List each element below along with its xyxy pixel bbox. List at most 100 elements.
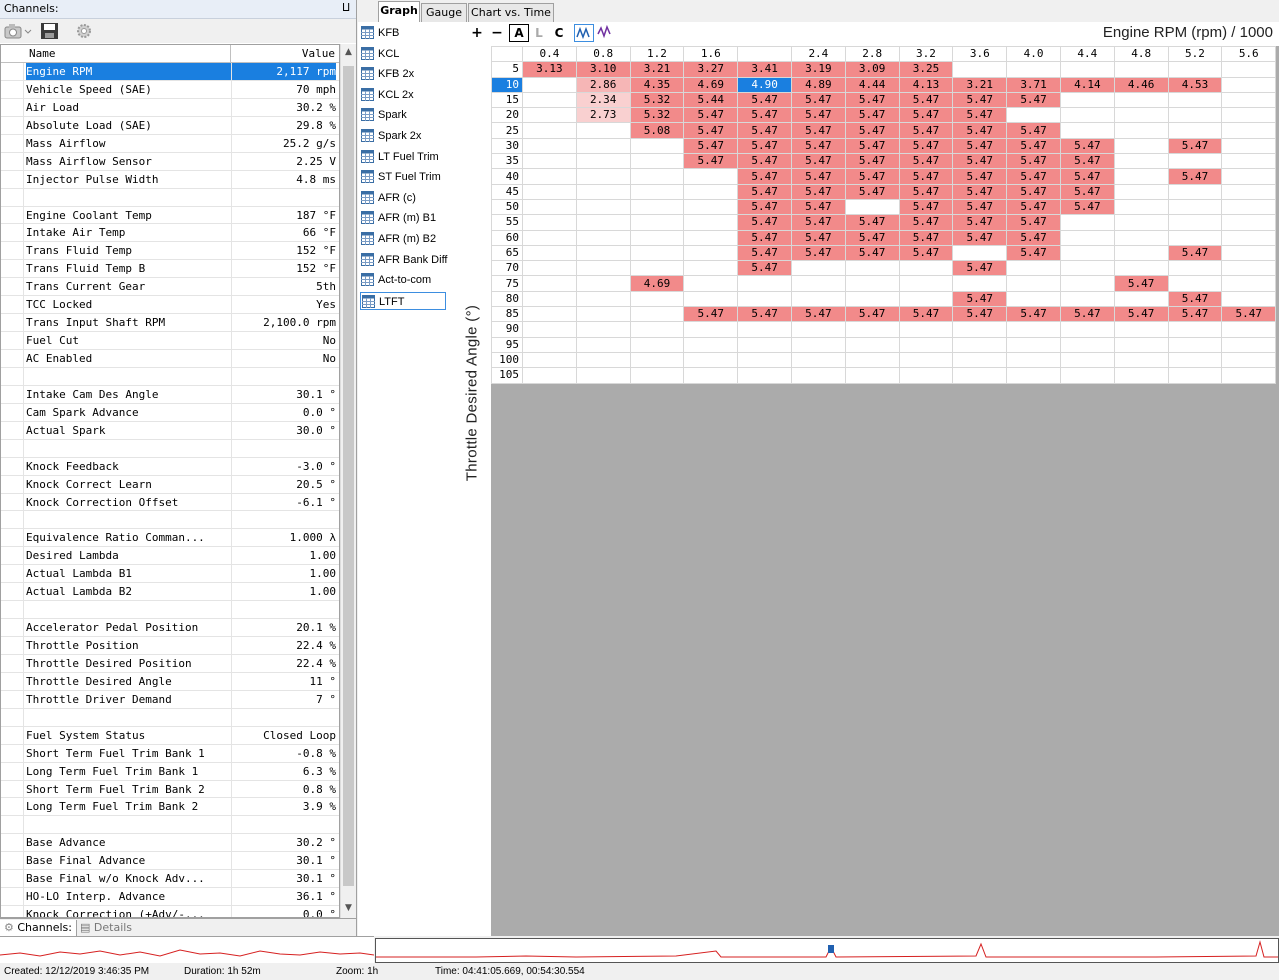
grid-cell[interactable]: 4.44: [844, 76, 900, 93]
grid-cell[interactable]: [1221, 122, 1277, 139]
grid-cell[interactable]: [952, 336, 1008, 353]
grid-cell[interactable]: [1113, 153, 1169, 170]
mode-a-button[interactable]: A: [509, 24, 529, 42]
mode-c-button[interactable]: C: [550, 24, 568, 42]
channel-row[interactable]: Throttle Desired Angle 11 °: [1, 672, 339, 691]
grid-cell[interactable]: 4.46: [1113, 76, 1169, 93]
grid-cell[interactable]: [629, 306, 685, 323]
grid-cell[interactable]: [575, 336, 631, 353]
row-header[interactable]: 95: [491, 336, 523, 353]
channel-row[interactable]: Fuel Cut No: [1, 332, 339, 350]
grid-cell[interactable]: 5.47: [737, 183, 792, 200]
grid-cell[interactable]: 2.34: [575, 91, 631, 109]
column-header[interactable]: 3.6: [952, 45, 1008, 63]
channel-row[interactable]: Knock Feedback -3.0 °: [1, 457, 339, 476]
channel-row[interactable]: [1, 511, 339, 530]
table-list-item[interactable]: AFR (c): [360, 189, 446, 207]
table-list-item[interactable]: Act-to-com: [360, 271, 446, 289]
row-header[interactable]: 105: [491, 367, 523, 384]
grid-cell[interactable]: [1113, 229, 1169, 246]
grid-cell[interactable]: [629, 137, 685, 155]
grid-cell[interactable]: 5.47: [683, 137, 739, 155]
grid-cell[interactable]: [952, 321, 1008, 338]
channel-row[interactable]: Actual Lambda B2 1.00: [1, 583, 339, 602]
zoom-in-button[interactable]: +: [468, 24, 486, 42]
channel-row[interactable]: Short Term Fuel Trim Bank 2 0.8 %: [1, 780, 339, 799]
tab-channels[interactable]: ⚙ Channels:: [0, 920, 77, 936]
row-header[interactable]: 100: [491, 351, 523, 369]
grid-cell[interactable]: [575, 137, 631, 155]
grid-cell[interactable]: [1006, 275, 1061, 292]
grid-cell[interactable]: 5.47: [790, 153, 846, 170]
grid-cell[interactable]: [1113, 122, 1169, 139]
column-header[interactable]: 5.6: [1221, 45, 1277, 63]
grid-cell[interactable]: 5.47: [898, 306, 954, 323]
grid-cell[interactable]: [683, 351, 739, 369]
row-header[interactable]: 35: [491, 153, 523, 170]
grid-cell[interactable]: 5.47: [898, 229, 954, 246]
table-list-item[interactable]: LT Fuel Trim: [360, 148, 446, 166]
grid-cell[interactable]: 3.13: [522, 61, 577, 78]
grid-cell[interactable]: [1221, 76, 1277, 93]
grid-cell[interactable]: [629, 351, 685, 369]
grid-cell[interactable]: 5.47: [683, 153, 739, 170]
grid-cell[interactable]: 5.47: [683, 306, 739, 323]
column-header[interactable]: 4.4: [1059, 45, 1115, 63]
grid-cell[interactable]: [575, 367, 631, 384]
grid-cell[interactable]: [844, 260, 900, 277]
grid-cell[interactable]: 5.47: [898, 153, 954, 170]
channel-row[interactable]: Trans Input Shaft RPM 2,100.0 rpm: [1, 314, 339, 333]
grid-cell[interactable]: 5.47: [952, 107, 1008, 124]
grid-cell[interactable]: [952, 275, 1008, 292]
grid-cell[interactable]: 5.32: [629, 91, 685, 109]
grid-cell[interactable]: 5.47: [952, 183, 1008, 200]
grid-cell[interactable]: [1113, 260, 1169, 277]
grid-cell[interactable]: [575, 260, 631, 277]
grid-cell[interactable]: 5.47: [737, 153, 792, 170]
grid-cell[interactable]: 5.47: [737, 229, 792, 246]
grid-cell[interactable]: 5.47: [952, 214, 1008, 231]
grid-cell[interactable]: 5.08: [629, 122, 685, 139]
row-header[interactable]: 55: [491, 214, 523, 231]
row-header[interactable]: 45: [491, 183, 523, 200]
grid-cell[interactable]: 3.25: [898, 61, 954, 78]
grid-cell[interactable]: 4.53: [1167, 76, 1223, 93]
timeline-zoomed[interactable]: [375, 938, 1279, 963]
grid-cell[interactable]: [522, 214, 577, 231]
channel-row[interactable]: Engine RPM 2,117 rpm: [1, 63, 339, 81]
grid-cell[interactable]: [629, 260, 685, 277]
table-list-item[interactable]: KFB 2x: [360, 65, 446, 83]
grid-cell[interactable]: 5.47: [1167, 290, 1223, 308]
row-header[interactable]: 65: [491, 244, 523, 262]
grid-cell[interactable]: [1167, 198, 1223, 216]
grid-cell[interactable]: 5.47: [952, 122, 1008, 139]
grid-cell[interactable]: 5.47: [898, 107, 954, 124]
grid-cell[interactable]: [1059, 229, 1115, 246]
grid-cell[interactable]: 5.47: [1006, 183, 1061, 200]
grid-cell[interactable]: [737, 321, 792, 338]
grid-cell[interactable]: [1113, 290, 1169, 308]
grid-cell[interactable]: 5.47: [737, 198, 792, 216]
channel-row[interactable]: Long Term Fuel Trim Bank 2 3.9 %: [1, 798, 339, 817]
grid-cell[interactable]: [898, 260, 954, 277]
channel-row[interactable]: Intake Air Temp 66 °F: [1, 224, 339, 243]
grid-cell[interactable]: 5.47: [952, 306, 1008, 323]
grid-cell[interactable]: [1059, 336, 1115, 353]
grid-cell[interactable]: 5.47: [790, 306, 846, 323]
channel-row[interactable]: Knock Correct Learn 20.5 °: [1, 475, 339, 494]
channel-row[interactable]: Knock Correction Offset -6.1 °: [1, 493, 339, 512]
grid-cell[interactable]: [629, 229, 685, 246]
grid-cell[interactable]: 3.71: [1006, 76, 1061, 93]
grid-cell[interactable]: [790, 351, 846, 369]
grid-cell[interactable]: 5.47: [1167, 306, 1223, 323]
channel-row[interactable]: Injector Pulse Width 4.8 ms: [1, 170, 339, 189]
table-list-item[interactable]: LTFT: [360, 291, 446, 310]
grid-cell[interactable]: [1167, 367, 1223, 384]
gear-icon[interactable]: [74, 22, 94, 40]
grid-cell[interactable]: [522, 290, 577, 308]
grid-cell[interactable]: [522, 336, 577, 353]
grid-cell[interactable]: 5.47: [1059, 168, 1115, 185]
grid-cell[interactable]: [683, 229, 739, 246]
grid-cell[interactable]: 3.09: [844, 61, 900, 78]
grid-cell[interactable]: 5.47: [898, 198, 954, 216]
